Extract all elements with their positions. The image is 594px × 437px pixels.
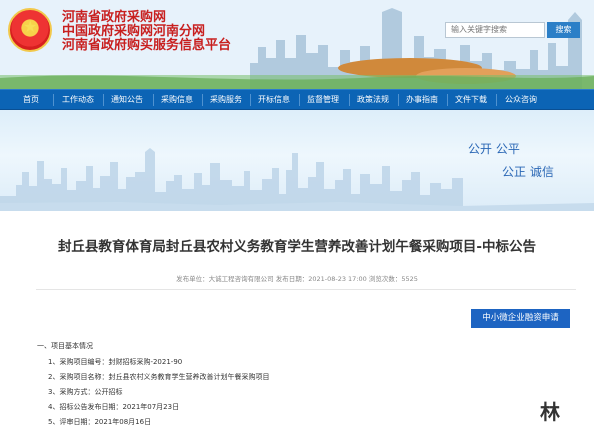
list-item: 4、招标公告发布日期：2021年07月23日: [48, 403, 180, 411]
nav-separator: [53, 94, 54, 106]
nav-separator: [153, 94, 154, 106]
nav-separator: [103, 94, 104, 106]
nav-item-home[interactable]: 首页: [23, 90, 39, 110]
watermark-logo: 林: [540, 400, 560, 424]
nav-item-supervision[interactable]: 监督管理: [307, 90, 339, 110]
nav-separator: [202, 94, 203, 106]
nav-item-public-consultation[interactable]: 公众咨询: [505, 90, 537, 110]
site-header: ★ 河南省政府采购网 中国政府采购网河南分网 河南省政府购买服务信息平台 输入关…: [0, 0, 594, 89]
list-item: 5、评审日期：2021年08月16日: [48, 418, 152, 426]
nav-item-bid-opening[interactable]: 开标信息: [258, 90, 290, 110]
nav-item-policies[interactable]: 政策法规: [357, 90, 389, 110]
list-item: 2、采购项目名称：封丘县农村义务教育学生营养改善计划午餐采购项目: [48, 373, 270, 381]
section-heading: 一、项目基本情况: [37, 342, 93, 350]
nav-item-service-guide[interactable]: 办事指南: [406, 90, 438, 110]
site-title-line2: 中国政府采购网河南分网: [62, 24, 206, 39]
star-icon: ★: [23, 17, 38, 36]
nav-item-procurement-services[interactable]: 采购服务: [210, 90, 242, 110]
site-title-line3: 河南省政府购买服务信息平台: [62, 38, 232, 53]
divider: [36, 289, 576, 290]
page-title: 封丘县教育体育局封丘县农村义务教育学生营养改善计划午餐采购项目-中标公告: [57, 239, 537, 255]
nav-separator: [398, 94, 399, 106]
nav-item-work-news[interactable]: 工作动态: [62, 90, 94, 110]
list-item: 1、采购项目编号：封财招标采购-2021-90: [48, 358, 183, 366]
nav-separator: [447, 94, 448, 106]
site-title-line1: 河南省政府采购网: [62, 10, 167, 25]
list-item: 3、采购方式：公开招标: [48, 388, 123, 396]
nav-item-downloads[interactable]: 文件下载: [455, 90, 487, 110]
hero-banner: [0, 110, 594, 211]
nav-item-notices[interactable]: 通知公告: [111, 90, 143, 110]
nav-separator: [250, 94, 251, 106]
nav-item-procurement-info[interactable]: 采购信息: [161, 90, 193, 110]
national-emblem-icon: ★: [8, 8, 52, 52]
banner-slogan-line1: 公开 公平: [468, 142, 520, 156]
banner-slogan-line2: 公正 诚信: [502, 165, 554, 179]
skyline-illustration: [0, 148, 594, 211]
article-content: 封丘县教育体育局封丘县农村义务教育学生营养改善计划午餐采购项目-中标公告 发布单…: [0, 211, 594, 437]
nav-separator: [496, 94, 497, 106]
main-nav: 首页 工作动态 通知公告 采购信息 采购服务 开标信息 监督管理 政策法规 办事…: [0, 89, 594, 110]
site-title: 河南省政府采购网 中国政府采购网河南分网 河南省政府购买服务信息平台: [62, 11, 252, 54]
search-button[interactable]: 搜索: [547, 22, 580, 38]
nav-separator: [299, 94, 300, 106]
search-input[interactable]: 输入关键字搜索: [445, 22, 545, 38]
financing-application-button[interactable]: 中小微企业融资申请: [471, 309, 570, 328]
nav-separator: [349, 94, 350, 106]
article-meta: 发布单位：大诚工程咨询有限公司 发布日期：2021-08-23 17:00 浏览…: [176, 275, 418, 283]
